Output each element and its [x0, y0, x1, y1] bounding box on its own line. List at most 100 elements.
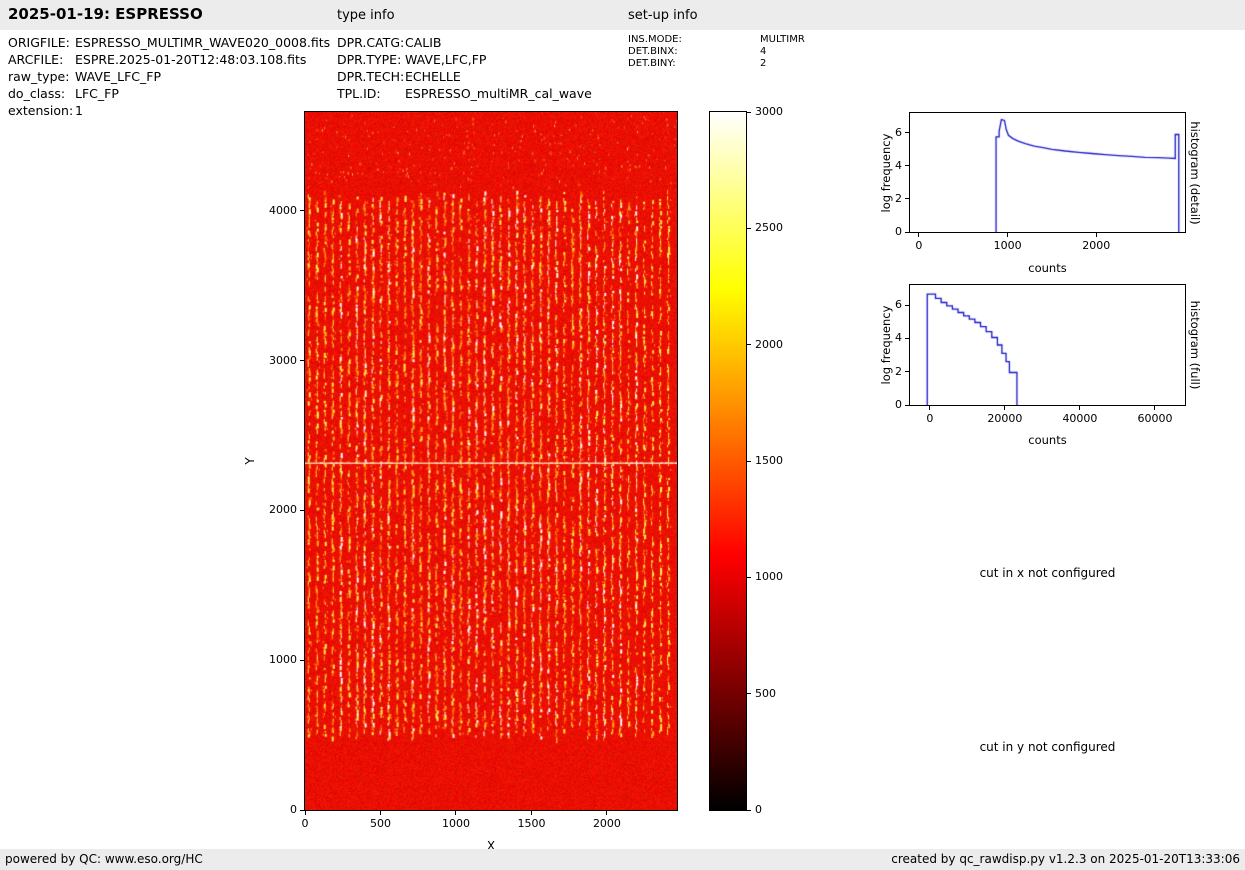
tick-mark	[747, 576, 751, 578]
footer-credit-right: created by qc_rawdisp.py v1.2.3 on 2025-…	[891, 852, 1240, 866]
tick-mark	[918, 233, 920, 237]
meta-value: 4	[760, 46, 767, 57]
tick-mark	[905, 304, 909, 306]
meta-label: INS.MODE:	[628, 34, 682, 45]
histogram-full-canvas	[910, 285, 1185, 405]
tick-label: 3000	[269, 353, 297, 367]
meta-label: DET.BINX:	[628, 46, 678, 57]
meta-value: ECHELLE	[405, 69, 461, 84]
colorbar-frame	[709, 111, 747, 811]
meta-label: TPL.ID:	[337, 86, 381, 101]
tick-mark	[905, 404, 909, 406]
meta-label: ORIGFILE:	[8, 35, 70, 50]
tick-mark	[905, 371, 909, 373]
tick-mark	[747, 344, 751, 346]
tick-label: 0	[915, 239, 923, 252]
tick-label: 40000	[1062, 412, 1098, 425]
tick-mark	[905, 337, 909, 339]
tick-mark	[905, 231, 909, 233]
tick-label: 0	[926, 412, 934, 425]
colorbar-gradient	[710, 112, 746, 810]
tick-label: 2000	[592, 817, 621, 830]
meta-label: extension:	[8, 103, 74, 118]
tick-label: 1000	[441, 817, 470, 830]
tick-mark	[929, 406, 931, 410]
tick-mark	[905, 165, 909, 167]
meta-label: ARCFILE:	[8, 52, 64, 67]
meta-value: WAVE_LFC_FP	[75, 69, 161, 84]
raw-image-canvas	[305, 112, 677, 810]
tick-label: 1500	[755, 454, 783, 467]
raw-image-frame	[304, 111, 678, 811]
meta-label: do_class:	[8, 86, 66, 101]
tick-label: 1000	[755, 570, 783, 584]
tick-mark	[300, 659, 304, 661]
meta-value: CALIB	[405, 35, 442, 50]
tick-label: 4	[895, 331, 902, 345]
meta-value: WAVE,LFC,FP	[405, 52, 487, 67]
tick-label: 20000	[987, 412, 1023, 425]
tick-label: 1500	[517, 817, 546, 830]
meta-value: ESPRESSO_multiMR_cal_wave	[405, 86, 592, 101]
tick-mark	[1004, 406, 1006, 410]
tick-mark	[747, 460, 751, 462]
tick-label: 0	[895, 398, 902, 411]
tick-label: 500	[755, 686, 776, 700]
tick-label: 0	[895, 225, 902, 238]
tick-mark	[1095, 233, 1097, 237]
tick-label: 2000	[1082, 239, 1111, 252]
meta-label: DPR.TECH:	[337, 69, 405, 84]
tick-label: 500	[369, 817, 391, 830]
tick-label: 0	[290, 803, 297, 816]
tick-mark	[747, 809, 751, 811]
tick-label: 60000	[1137, 412, 1173, 425]
histogram-full-frame	[909, 284, 1186, 406]
setup-info-heading: set-up info	[628, 8, 698, 23]
tick-label: 4	[895, 158, 902, 172]
tick-label: 2000	[269, 503, 297, 517]
tick-label: 1000	[269, 653, 297, 667]
footer-bar: powered by QC: www.eso.org/HC created by…	[0, 849, 1245, 870]
tick-label: 6	[895, 298, 902, 311]
footer-credit-left: powered by QC: www.eso.org/HC	[5, 852, 203, 866]
tick-mark	[747, 111, 751, 113]
hist-detail-title: histogram (detail)	[1188, 121, 1202, 225]
tick-mark	[1007, 233, 1009, 237]
y-axis-label: Y	[243, 457, 257, 465]
qc-report-page: 2025-01-19: ESPRESSO type info set-up in…	[0, 0, 1245, 870]
histogram-detail-canvas	[910, 113, 1185, 232]
hist-detail-xlabel: counts	[1028, 261, 1067, 275]
cut-y-note: cut in y not configured	[979, 740, 1116, 754]
tick-label: 0	[755, 803, 762, 816]
tick-mark	[1079, 406, 1081, 410]
tick-mark	[455, 811, 457, 815]
meta-value: LFC_FP	[75, 86, 119, 101]
tick-label: 2	[895, 364, 902, 378]
header-bar: 2025-01-19: ESPRESSO type info set-up in…	[0, 0, 1245, 30]
tick-label: 0	[301, 817, 309, 830]
meta-value: 1	[75, 103, 83, 118]
tick-mark	[300, 210, 304, 212]
tick-label: 3000	[755, 105, 783, 118]
meta-label: DPR.CATG:	[337, 35, 405, 50]
tick-label: 6	[895, 125, 902, 139]
tick-mark	[606, 811, 608, 815]
meta-value: 2	[760, 58, 767, 69]
meta-value: MULTIMR	[760, 34, 805, 45]
histogram-detail-frame	[909, 112, 1186, 233]
tick-mark	[300, 360, 304, 362]
tick-mark	[530, 811, 532, 815]
tick-mark	[300, 509, 304, 511]
tick-label: 1000	[993, 239, 1022, 252]
meta-value: ESPRESSO_MULTIMR_WAVE020_0008.fits	[75, 35, 331, 50]
tick-mark	[300, 809, 304, 811]
tick-label: 4000	[269, 203, 297, 217]
cut-x-note: cut in x not configured	[979, 566, 1116, 580]
tick-label: 2000	[755, 337, 783, 351]
meta-label: DPR.TYPE:	[337, 52, 402, 67]
meta-value: ESPRE.2025-01-20T12:48:03.108.fits	[75, 52, 307, 67]
tick-mark	[379, 811, 381, 815]
tick-mark	[1154, 406, 1156, 410]
page-title: 2025-01-19: ESPRESSO	[8, 5, 203, 23]
tick-mark	[747, 227, 751, 229]
